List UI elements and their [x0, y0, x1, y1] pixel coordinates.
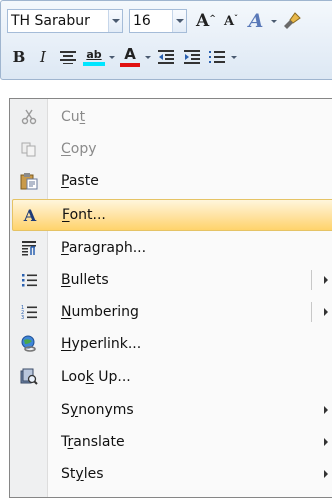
submenu-arrow-icon: [324, 406, 328, 414]
shrink-font-button[interactable]: Aˇ: [219, 8, 243, 34]
font-size-value: 16: [133, 13, 151, 29]
grow-font-button[interactable]: A ^: [193, 8, 219, 34]
menu-item-label: Cut: [61, 109, 86, 125]
italic-button[interactable]: I: [31, 44, 55, 70]
split-separator: [311, 302, 312, 322]
menu-item-styles[interactable]: Styles: [11, 458, 332, 490]
bold-icon: B: [12, 48, 26, 66]
blank-icon: [11, 426, 47, 458]
menu-item-numbering[interactable]: 123 Numbering: [11, 296, 332, 328]
font-icon: A: [23, 205, 37, 225]
chevron-down-icon: [231, 55, 237, 59]
menu-item-label: Numbering: [61, 304, 139, 320]
highlight-icon: ab: [86, 47, 102, 61]
center-align-icon: [60, 51, 76, 64]
menu-item-hyperlink[interactable]: Hyperlink...: [11, 328, 332, 360]
menu-item-paste[interactable]: Paste: [11, 165, 332, 197]
menu-item-paragraph[interactable]: Paragraph...: [11, 232, 332, 264]
toolbar-row-1: TH Sarabur 16 A ^ Aˇ A: [7, 7, 305, 35]
font-name-combo[interactable]: TH Sarabur: [7, 9, 123, 33]
submenu-arrow-icon[interactable]: [324, 276, 328, 284]
split-separator: [311, 270, 312, 290]
menu-item-label: Hyperlink...: [61, 336, 142, 352]
font-name-dropdown-button[interactable]: [108, 10, 122, 32]
font-color-button[interactable]: A: [117, 44, 143, 70]
bold-button[interactable]: B: [7, 44, 31, 70]
styles-button[interactable]: A: [243, 8, 269, 34]
menu-item-look-up[interactable]: Look Up...: [11, 361, 332, 393]
menu-item-bullets[interactable]: Bullets: [11, 264, 332, 296]
menu-item-label: Copy: [61, 141, 97, 157]
grow-caret-icon: ^: [209, 13, 216, 23]
format-painter-button[interactable]: [279, 8, 305, 34]
menu-item-copy[interactable]: Copy: [11, 133, 332, 165]
menu-item-label: Look Up...: [61, 369, 131, 385]
increase-indent-icon: [184, 50, 200, 64]
styles-dropdown-button[interactable]: [269, 8, 279, 34]
blank-icon: [11, 394, 47, 426]
chevron-down-icon: [109, 55, 115, 59]
font-color-dropdown-button[interactable]: [143, 44, 153, 70]
menu-item-font[interactable]: A Font...: [12, 199, 332, 231]
shrink-caret-icon: ˇ: [234, 13, 239, 23]
numbered-list-icon: 123: [11, 296, 47, 328]
copy-icon: [11, 133, 47, 165]
menu-item-translate[interactable]: Translate: [11, 426, 332, 458]
font-color-icon: A: [124, 45, 136, 63]
format-painter-icon: [284, 12, 301, 29]
blank-icon: [11, 458, 47, 490]
increase-indent-button[interactable]: [179, 44, 205, 70]
chevron-down-icon: [145, 55, 151, 59]
menu-item-label: Styles: [61, 466, 104, 482]
research-book-icon: [11, 361, 47, 393]
styles-icon: A: [248, 10, 264, 32]
italic-icon: I: [40, 48, 46, 66]
menu-item-cut[interactable]: Cut: [11, 101, 332, 133]
bullet-list-icon: [11, 264, 47, 296]
center-align-button[interactable]: [55, 44, 81, 70]
bullets-dropdown-button[interactable]: [229, 44, 239, 70]
highlight-button[interactable]: ab: [81, 44, 107, 70]
context-menu: Cut Copy Paste A Font... Paragraph... Bu…: [9, 98, 332, 498]
submenu-arrow-icon[interactable]: [324, 308, 328, 316]
scissors-icon: [11, 101, 47, 133]
font-name-value: TH Sarabur: [11, 13, 90, 29]
clipboard-icon: [11, 165, 47, 197]
mini-toolbar: TH Sarabur 16 A ^ Aˇ A B I ab A: [0, 0, 332, 80]
font-size-combo[interactable]: 16: [129, 9, 187, 33]
submenu-arrow-icon: [324, 470, 328, 478]
font-color-swatch: [120, 63, 140, 67]
menu-item-label: Bullets: [61, 272, 109, 288]
bullets-button[interactable]: [205, 44, 229, 70]
menu-item-label: Translate: [61, 434, 125, 450]
svg-text:3: 3: [21, 315, 24, 320]
menu-item-label: Font...: [62, 207, 106, 223]
decrease-indent-button[interactable]: [153, 44, 179, 70]
menu-item-label: Paragraph...: [61, 240, 147, 256]
menu-item-label: Paste: [61, 173, 99, 189]
highlight-dropdown-button[interactable]: [107, 44, 117, 70]
chevron-down-icon: [271, 19, 277, 23]
menu-item-label: Synonyms: [61, 402, 134, 418]
hyperlink-globe-icon: [11, 328, 47, 360]
toolbar-row-2: B I ab A: [7, 43, 239, 71]
grow-font-icon: A: [196, 11, 210, 31]
paragraph-icon: [11, 232, 47, 264]
menu-item-synonyms[interactable]: Synonyms: [11, 394, 332, 426]
submenu-arrow-icon: [324, 438, 328, 446]
decrease-indent-icon: [158, 50, 174, 64]
bullet-list-icon: [209, 51, 225, 63]
font-size-dropdown-button[interactable]: [172, 10, 186, 32]
highlight-color-swatch: [83, 61, 105, 66]
shrink-font-icon: A: [223, 13, 235, 29]
chevron-down-icon: [175, 19, 184, 23]
chevron-down-icon: [111, 19, 120, 23]
